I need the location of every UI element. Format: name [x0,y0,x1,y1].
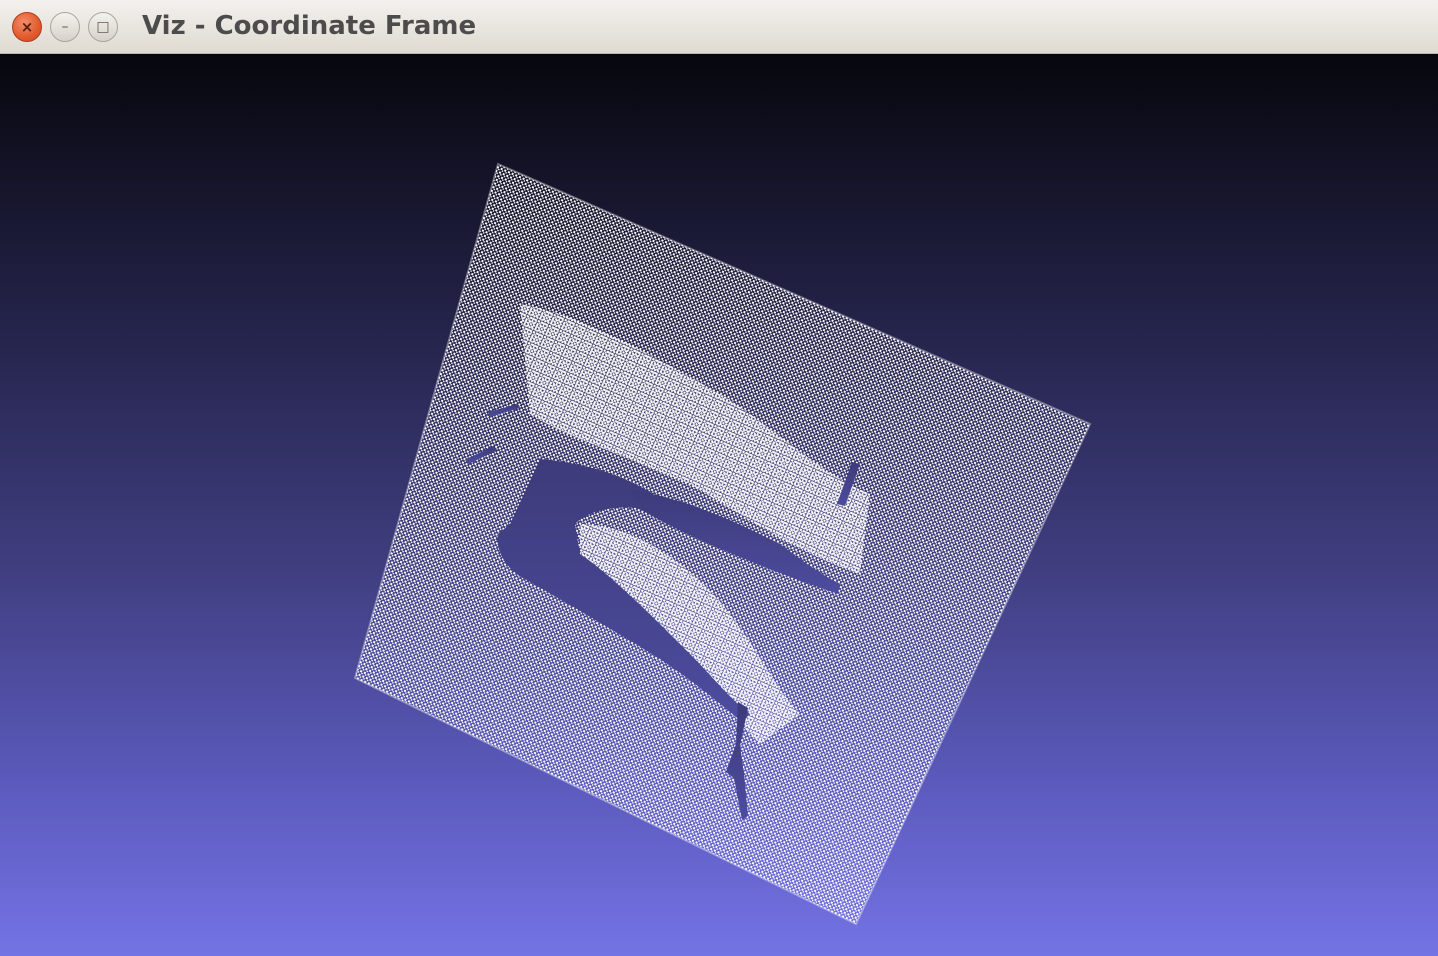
close-button[interactable]: × [12,12,42,42]
close-icon: × [20,18,34,36]
point-cloud-render [353,162,1092,926]
3d-viewport[interactable] [0,54,1438,956]
maximize-icon: □ [96,19,110,35]
viz-window: × – □ Viz - Coordinate Frame [0,0,1438,956]
window-title: Viz - Coordinate Frame [142,11,477,41]
maximize-button[interactable]: □ [88,12,118,42]
title-bar[interactable]: × – □ Viz - Coordinate Frame [0,0,1438,54]
minimize-button[interactable]: – [50,12,80,42]
minimize-icon: – [61,19,69,35]
